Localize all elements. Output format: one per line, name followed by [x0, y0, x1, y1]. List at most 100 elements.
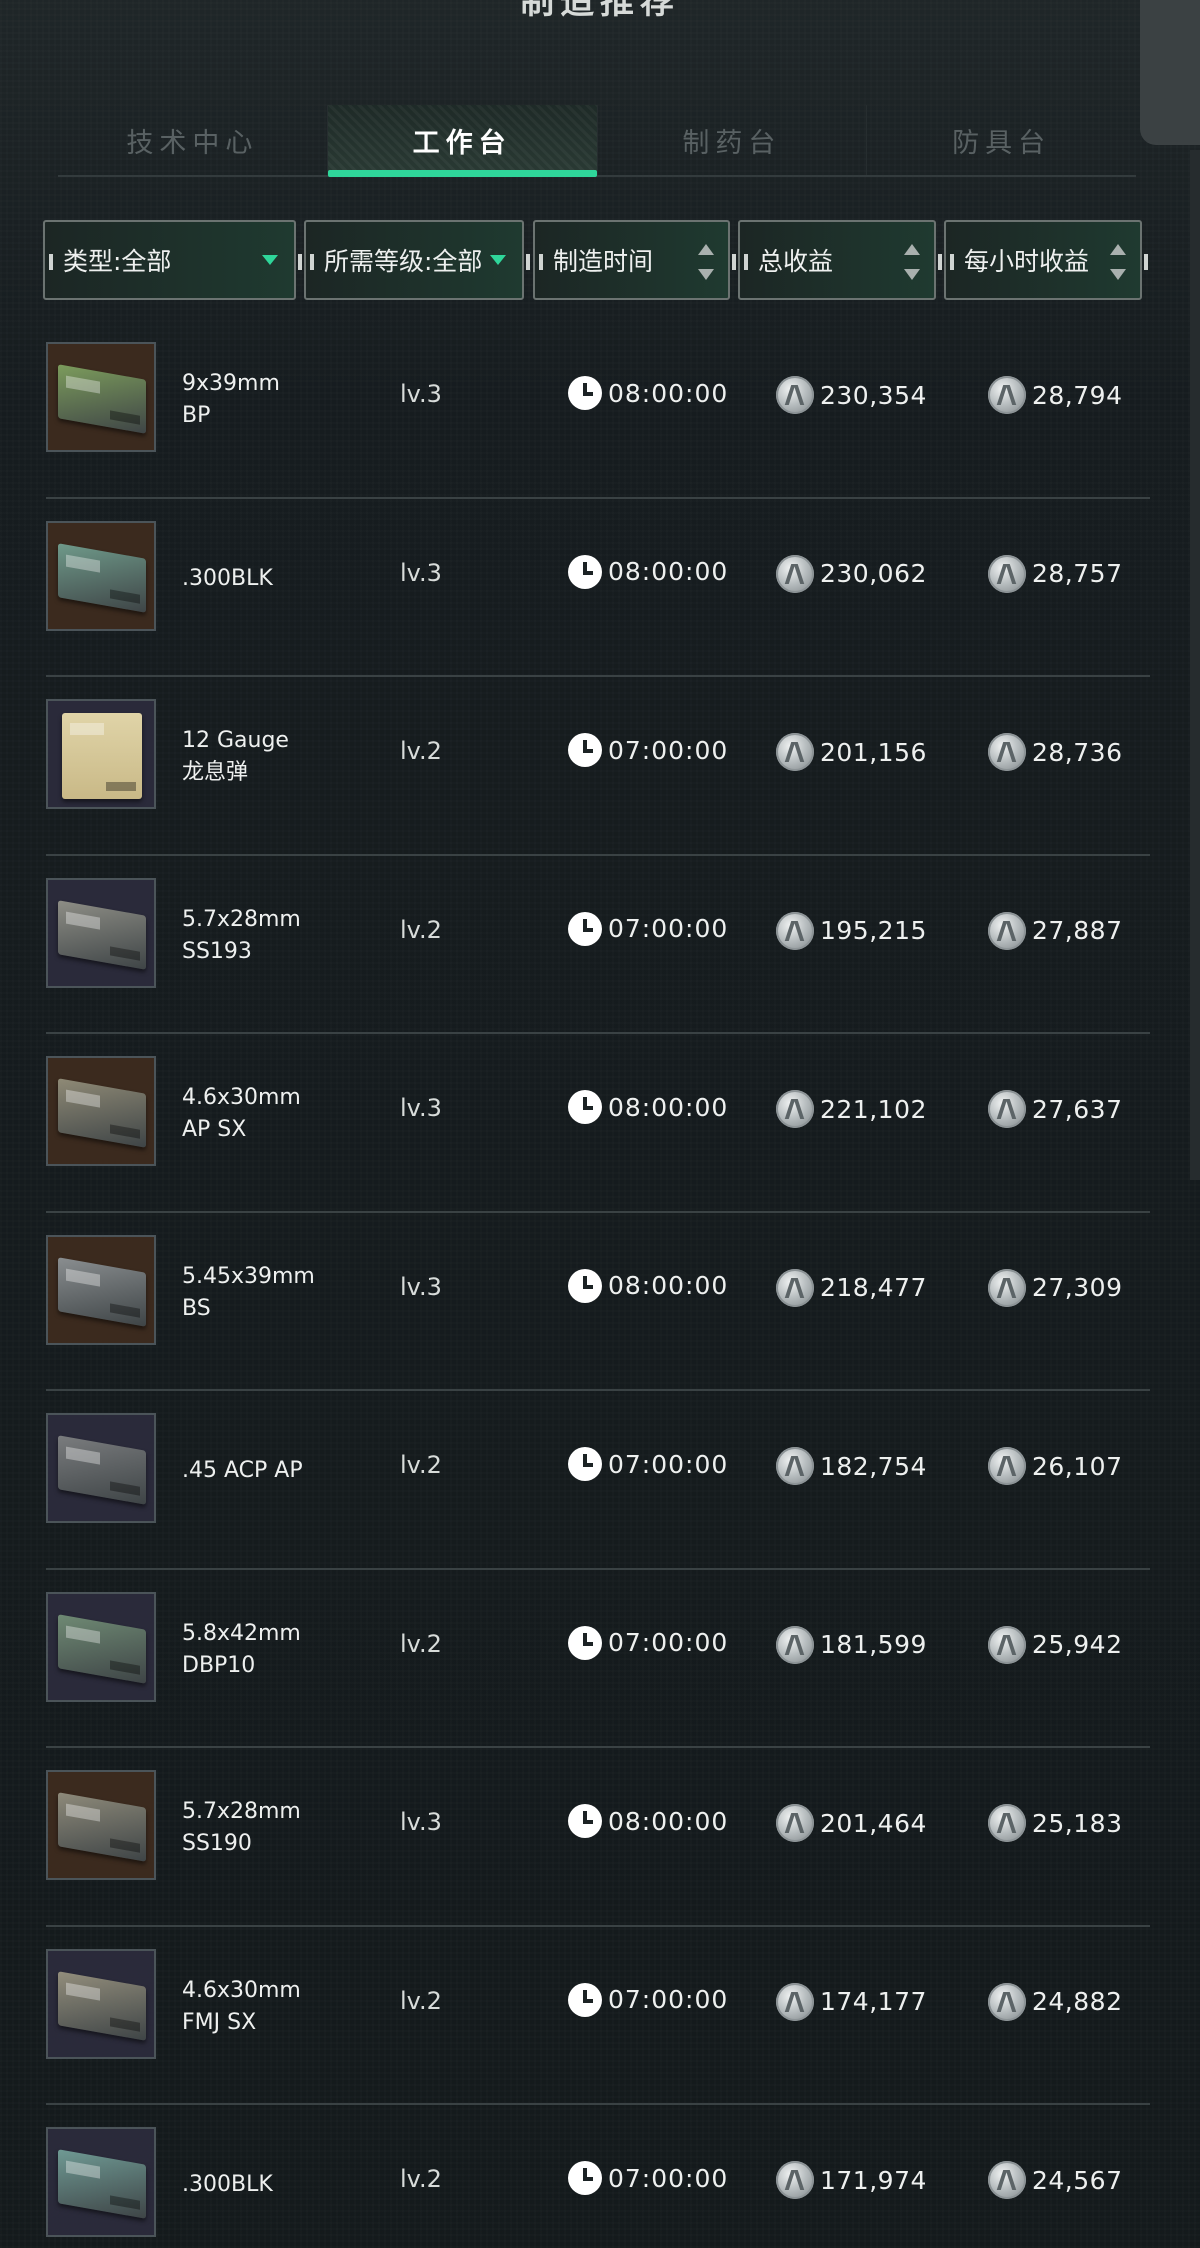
tab-tech-center[interactable]: 技术中心 [58, 105, 328, 175]
chevron-down-icon [490, 255, 506, 265]
type-filter-label: 类型:全部 [63, 247, 172, 276]
total-profit: 195,215 [776, 911, 927, 950]
ammo-box-icon [62, 713, 142, 799]
item-level: lv.2 [400, 915, 442, 944]
item-name: .300BLK [182, 2172, 273, 2197]
sort-by-hourly[interactable]: 每小时收益 [944, 220, 1148, 300]
sort-by-total[interactable]: 总收益 [738, 220, 942, 300]
craft-time: 07:00:00 [568, 1982, 728, 2017]
type-filter-dropdown[interactable]: 类型:全部 [43, 220, 302, 300]
craft-time-value: 07:00:00 [608, 2163, 729, 2193]
level-filter-dropdown[interactable]: 所需等级:全部 [304, 220, 530, 300]
total-profit-value: 230,354 [820, 380, 927, 410]
item-name: 12 Gauge 龙息弹 [182, 728, 289, 785]
ammo-box-icon [58, 1078, 146, 1148]
craft-time-value: 08:00:00 [608, 1271, 729, 1300]
total-profit: 221,102 [776, 1090, 927, 1128]
sort-by-time[interactable]: 制造时间 [533, 220, 736, 300]
total-profit: 181,599 [776, 1625, 927, 1664]
clock-icon [568, 376, 602, 410]
item-level: lv.3 [400, 1094, 442, 1122]
clock-icon [568, 1625, 602, 1660]
craft-time-value: 08:00:00 [608, 557, 729, 586]
craft-time: 08:00:00 [568, 1804, 728, 1838]
coin-icon [776, 376, 814, 414]
coin-icon [776, 1625, 814, 1664]
list-item[interactable]: .300BLK lv.3 08:00:00 230,062 28,757 [46, 499, 1150, 677]
item-level: lv.2 [400, 737, 442, 765]
clock-icon [568, 554, 602, 589]
craft-time: 07:00:00 [568, 1447, 728, 1481]
hourly-profit-value: 27,309 [1032, 1273, 1123, 1302]
tab-pharmacy[interactable]: 制药台 [598, 105, 868, 175]
hourly-profit-value: 28,757 [1032, 559, 1123, 588]
craft-time-value: 07:00:00 [608, 914, 729, 943]
total-profit-value: 230,062 [820, 559, 927, 588]
corner-handle[interactable] [1140, 0, 1200, 145]
list-item[interactable]: .45 ACP AP lv.2 07:00:00 182,754 26,107 [46, 1391, 1150, 1570]
page-title: 制造推荐 [520, 0, 680, 22]
list-item[interactable]: 5.8x42mm DBP10 lv.2 07:00:00 181,599 25,… [46, 1570, 1150, 1748]
list-item[interactable]: 4.6x30mm AP SX lv.3 08:00:00 221,102 27,… [46, 1034, 1150, 1213]
total-profit: 218,477 [776, 1268, 927, 1307]
craft-time: 08:00:00 [568, 376, 728, 410]
hourly-profit-value: 27,887 [1032, 916, 1123, 945]
scrollbar[interactable] [1190, 150, 1200, 1180]
list-item[interactable]: 5.7x28mm SS190 lv.3 08:00:00 201,464 25,… [46, 1748, 1150, 1927]
list-item[interactable]: 5.7x28mm SS193 lv.2 07:00:00 195,215 27,… [46, 856, 1150, 1034]
hourly-profit: 26,107 [988, 1447, 1122, 1485]
clock-icon [568, 1090, 602, 1124]
clock-icon [568, 733, 602, 767]
item-thumbnail [46, 1234, 156, 1345]
hourly-profit-value: 28,794 [1032, 380, 1123, 410]
hourly-profit: 24,567 [988, 2161, 1122, 2199]
craft-time: 07:00:00 [568, 1625, 728, 1660]
coin-icon [988, 554, 1026, 593]
total-profit-value: 171,974 [820, 2165, 927, 2195]
list-item[interactable]: .300BLK lv.2 07:00:00 171,974 24,567 [46, 2105, 1150, 2248]
coin-icon [988, 376, 1026, 414]
list-item[interactable]: 12 Gauge 龙息弹 lv.2 07:00:00 201,156 28,73… [46, 677, 1150, 856]
hourly-profit-value: 26,107 [1032, 1451, 1123, 1481]
hourly-profit: 27,309 [988, 1268, 1123, 1307]
coin-icon [776, 1982, 814, 2021]
item-level: lv.3 [400, 558, 442, 587]
item-name: .45 ACP AP [182, 1458, 303, 1483]
coin-icon [776, 554, 814, 593]
total-profit-value: 181,599 [820, 1630, 927, 1659]
sort-icon [904, 244, 920, 280]
craft-time: 07:00:00 [568, 733, 728, 767]
list-item[interactable]: 5.45x39mm BS lv.3 08:00:00 218,477 27,30… [46, 1213, 1150, 1391]
craft-time: 08:00:00 [568, 554, 729, 589]
list-item[interactable]: 9x39mm BP lv.3 08:00:00 230,354 28,794 [46, 320, 1150, 499]
sort-time-label: 制造时间 [553, 247, 654, 276]
clock-icon [568, 1804, 602, 1838]
item-thumbnail [46, 1948, 156, 2059]
item-level: lv.2 [400, 2165, 442, 2193]
coin-icon [776, 1447, 814, 1485]
hourly-profit: 24,882 [988, 1982, 1122, 2021]
clock-icon [568, 1268, 602, 1303]
coin-icon [988, 2161, 1026, 2199]
coin-icon [776, 911, 814, 950]
hourly-profit-value: 25,183 [1032, 1808, 1123, 1838]
hourly-profit-value: 27,637 [1032, 1094, 1123, 1124]
workbench-tabs: 技术中心 工作台 制药台 防具台 [58, 105, 1136, 177]
ammo-box-icon [58, 1435, 146, 1505]
list-item[interactable]: 4.6x30mm FMJ SX lv.2 07:00:00 174,177 24… [46, 1927, 1150, 2105]
item-thumbnail [46, 1413, 156, 1523]
sort-total-label: 总收益 [758, 247, 834, 276]
total-profit: 230,062 [776, 554, 927, 593]
ammo-box-icon [58, 542, 146, 613]
item-name: 5.7x28mm SS190 [182, 1799, 301, 1856]
sort-hourly-label: 每小时收益 [964, 247, 1090, 276]
tab-armor-bench[interactable]: 防具台 [867, 105, 1136, 175]
craft-time-value: 08:00:00 [608, 378, 729, 408]
coin-icon [988, 733, 1026, 771]
tab-workbench[interactable]: 工作台 [327, 105, 598, 177]
item-level: lv.3 [400, 1808, 442, 1836]
ammo-box-icon [58, 364, 146, 434]
item-name: 4.6x30mm FMJ SX [182, 1977, 301, 2035]
coin-icon [988, 1804, 1026, 1842]
coin-icon [988, 1625, 1026, 1664]
